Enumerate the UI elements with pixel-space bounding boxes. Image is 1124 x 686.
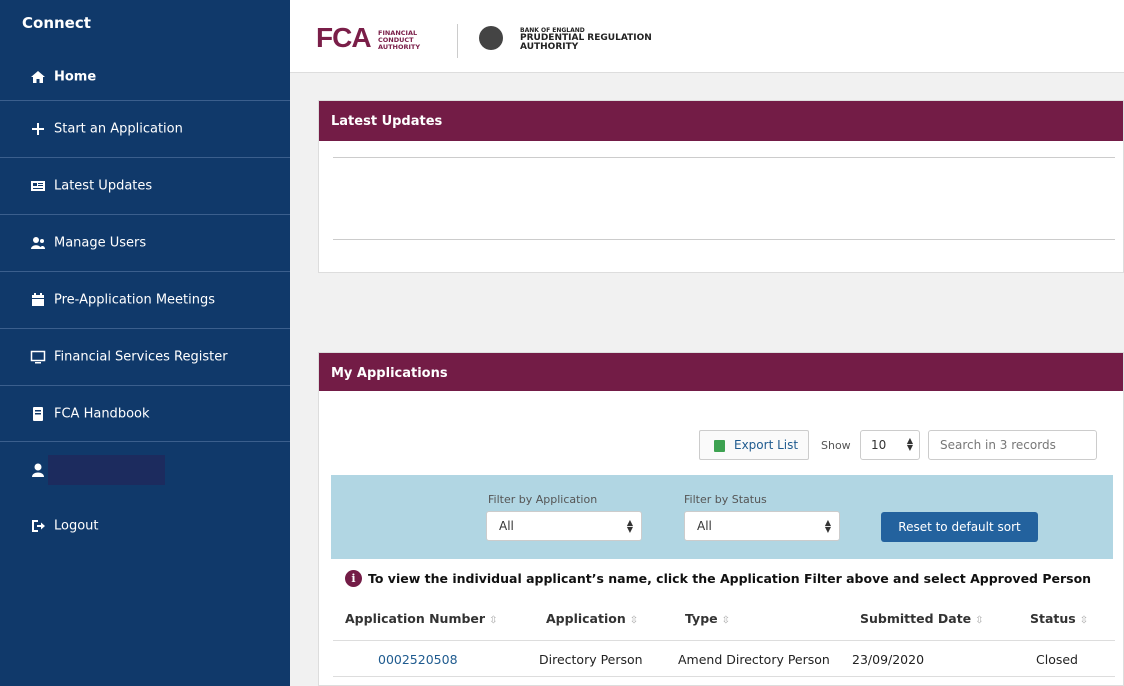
sidebar-item-latest-updates[interactable]: Latest Updates <box>0 157 290 213</box>
home-icon <box>31 71 45 83</box>
book-icon <box>33 406 43 421</box>
sidebar-item-label: Start an Application <box>54 121 183 136</box>
sidebar-item-fca-handbook[interactable]: FCA Handbook <box>0 385 290 441</box>
sidebar-item-label: FCA Handbook <box>54 406 150 421</box>
panel-title: My Applications <box>319 353 1123 391</box>
column-header-submitted-date[interactable]: Submitted Date ⇳ <box>860 611 984 626</box>
user-icon <box>32 463 44 477</box>
sort-icon: ⇳ <box>975 615 984 626</box>
latest-updates-panel: Latest Updates <box>318 100 1124 273</box>
header: FCA FINANCIAL CONDUCT AUTHORITY BANK OF … <box>290 0 1124 73</box>
show-label: Show <box>821 439 851 452</box>
filter-bar: Filter by Application All ▲ ▼ Filter by S… <box>331 475 1113 559</box>
logout-icon <box>32 520 45 532</box>
sort-icon: ⇳ <box>1079 615 1089 626</box>
select-arrows-icon: ▲ ▼ <box>626 518 634 534</box>
column-header-status[interactable]: Status ⇳ <box>1030 611 1088 626</box>
sidebar-item-label: Logout <box>54 518 99 534</box>
monitor-icon <box>30 350 46 363</box>
application-number-link[interactable]: 0002520508 <box>378 652 458 667</box>
info-icon: i <box>345 570 362 587</box>
filter-application-select[interactable]: All ▲ ▼ <box>486 511 642 541</box>
sidebar-item-start-application[interactable]: Start an Application <box>0 100 290 156</box>
info-message: i To view the individual applicant’s nam… <box>345 569 1105 589</box>
app-brand: Connect <box>22 14 91 32</box>
column-header-application[interactable]: Application ⇳ <box>546 611 638 626</box>
sidebar-item-manage-users[interactable]: Manage Users <box>0 214 290 270</box>
search-input[interactable]: Search in 3 records <box>928 430 1097 460</box>
divider <box>333 640 1115 641</box>
table-cell: Closed <box>1036 652 1078 667</box>
sidebar-item-financial-services-register[interactable]: Financial Services Register <box>0 328 290 384</box>
divider <box>333 676 1115 677</box>
sort-icon: ⇳ <box>629 615 639 626</box>
fca-logo: FCA FINANCIAL CONDUCT AUTHORITY <box>316 22 421 53</box>
filter-application-label: Filter by Application <box>488 493 598 506</box>
sidebar-item-label: Home <box>54 69 97 85</box>
sidebar-item-label: Latest Updates <box>54 178 153 193</box>
boe-emblem-icon <box>479 26 503 50</box>
sidebar-item-pre-application-meetings[interactable]: Pre-Application Meetings <box>0 271 290 327</box>
my-applications-panel: My Applications Export List Show 10 ▲ ▼ S… <box>318 352 1124 686</box>
divider <box>333 157 1115 158</box>
logo-divider <box>457 24 458 58</box>
sidebar-item-label: Pre-Application Meetings <box>54 292 216 307</box>
select-arrows-icon: ▲ ▼ <box>906 436 914 452</box>
newspaper-icon <box>31 180 45 191</box>
table-cell: 23/09/2020 <box>852 652 925 667</box>
divider <box>333 239 1115 240</box>
sort-icon: ⇳ <box>721 615 731 626</box>
user-profile[interactable] <box>0 441 290 498</box>
select-arrows-icon: ▲ ▼ <box>824 518 832 534</box>
sidebar-item-home[interactable]: Home <box>0 54 290 100</box>
sidebar-item-label: Manage Users <box>54 235 147 250</box>
filter-status-label: Filter by Status <box>684 493 767 506</box>
panel-title: Latest Updates <box>319 101 1123 141</box>
column-header-type[interactable]: Type ⇳ <box>685 611 730 626</box>
user-name-redacted <box>48 455 165 485</box>
calendar-icon <box>32 292 44 306</box>
column-header-application-number[interactable]: Application Number ⇳ <box>345 611 497 626</box>
reset-sort-button[interactable]: Reset to default sort <box>881 512 1038 542</box>
filter-status-select[interactable]: All ▲ ▼ <box>684 511 840 541</box>
sidebar-item-label: Financial Services Register <box>54 349 228 364</box>
plus-icon <box>32 122 44 135</box>
page-size-select[interactable]: 10 ▲ ▼ <box>860 430 920 460</box>
spreadsheet-icon <box>714 440 725 452</box>
sidebar: Connect Home Start an Application Latest… <box>0 0 290 686</box>
users-icon <box>31 236 45 249</box>
export-list-button[interactable]: Export List <box>699 430 809 460</box>
pra-logo-text: BANK OF ENGLAND PRUDENTIAL REGULATION AU… <box>520 27 652 52</box>
table-cell: Amend Directory Person <box>678 652 830 667</box>
table-cell: Directory Person <box>539 652 643 667</box>
sidebar-item-logout[interactable]: Logout <box>0 498 290 554</box>
sort-icon: ⇳ <box>489 615 498 626</box>
